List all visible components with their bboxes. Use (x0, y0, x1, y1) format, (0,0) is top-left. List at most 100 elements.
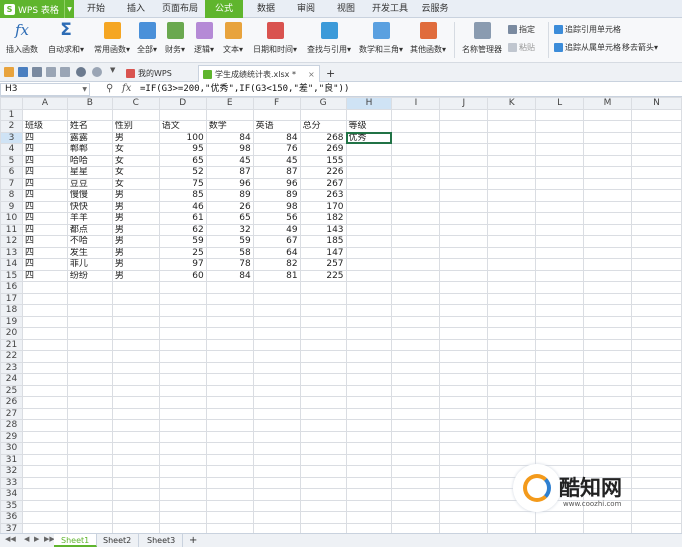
cell[interactable] (583, 430, 632, 443)
tab-data[interactable]: 数据 (250, 0, 282, 18)
cell[interactable] (439, 189, 489, 202)
cell[interactable] (345, 315, 393, 328)
cell[interactable] (439, 304, 489, 317)
cell[interactable] (391, 373, 441, 386)
cell[interactable] (391, 361, 441, 374)
cell[interactable] (583, 315, 632, 328)
cell[interactable] (487, 327, 537, 340)
cell[interactable] (66, 361, 113, 374)
cell[interactable] (583, 350, 632, 363)
cell[interactable] (345, 338, 393, 351)
row-header[interactable]: 27 (0, 407, 23, 420)
cell[interactable] (439, 327, 489, 340)
cell[interactable] (391, 212, 441, 225)
cell[interactable] (439, 361, 489, 374)
cell[interactable]: 257 (299, 258, 347, 271)
sheet-tab-1[interactable]: Sheet1 (54, 534, 98, 547)
cell[interactable] (158, 522, 207, 533)
cell[interactable] (345, 212, 393, 225)
cell[interactable] (158, 465, 207, 478)
cell[interactable]: 76 (252, 143, 301, 156)
cell[interactable] (205, 476, 254, 489)
cell[interactable] (21, 476, 68, 489)
cell[interactable] (535, 120, 585, 133)
cell[interactable]: 84 (252, 131, 301, 144)
cell[interactable]: 58 (205, 246, 254, 259)
tab-review[interactable]: 审阅 (290, 0, 322, 18)
cell[interactable] (391, 269, 441, 282)
cell[interactable] (439, 442, 489, 455)
cell[interactable] (630, 166, 682, 179)
datetime-button[interactable]: 日期和时间▾ (250, 20, 300, 60)
cell[interactable] (299, 430, 347, 443)
cell[interactable] (487, 384, 537, 397)
other-functions-button[interactable]: 其他函数▾ (408, 20, 448, 60)
cell[interactable]: 98 (205, 143, 254, 156)
cell[interactable] (487, 442, 537, 455)
doc-tab-my-wps[interactable]: 我的WPS (122, 65, 176, 82)
cell[interactable] (439, 511, 489, 524)
cell[interactable] (205, 442, 254, 455)
cell[interactable] (345, 488, 393, 501)
cell[interactable] (630, 304, 682, 317)
row-header[interactable]: 33 (0, 476, 23, 489)
cell[interactable] (439, 499, 489, 512)
cell[interactable]: 61 (158, 212, 207, 225)
cell[interactable] (391, 327, 441, 340)
add-sheet-button[interactable]: + (182, 534, 204, 547)
cell[interactable] (252, 350, 301, 363)
cell[interactable] (66, 476, 113, 489)
cell[interactable] (158, 407, 207, 420)
cell[interactable]: 75 (158, 177, 207, 190)
cell[interactable] (252, 488, 301, 501)
cell[interactable] (66, 292, 113, 305)
tab-formulas[interactable]: 公式 (205, 0, 243, 18)
logical-button[interactable]: 逻辑▾ (192, 20, 216, 60)
cell[interactable]: 英语 (252, 120, 301, 133)
cell[interactable] (487, 361, 537, 374)
cell[interactable] (252, 304, 301, 317)
cell[interactable] (535, 154, 585, 167)
cell[interactable] (630, 269, 682, 282)
cell[interactable]: 星星 (66, 166, 113, 179)
cell[interactable] (439, 154, 489, 167)
cell[interactable]: 78 (205, 258, 254, 271)
cell[interactable] (487, 269, 537, 282)
cell[interactable] (583, 419, 632, 432)
cell[interactable]: 45 (252, 154, 301, 167)
cell[interactable] (439, 258, 489, 271)
cell[interactable] (299, 350, 347, 363)
row-header[interactable]: 1 (0, 108, 23, 121)
cell[interactable] (487, 419, 537, 432)
column-header[interactable]: F (252, 97, 301, 110)
cell[interactable] (205, 453, 254, 466)
cell[interactable]: 89 (252, 189, 301, 202)
cell[interactable]: 男 (111, 200, 160, 213)
cell[interactable]: 84 (205, 269, 254, 282)
cell[interactable] (111, 511, 160, 524)
cell[interactable]: 慢慢 (66, 189, 113, 202)
cell[interactable] (391, 189, 441, 202)
row-header[interactable]: 22 (0, 350, 23, 363)
cell[interactable]: 170 (299, 200, 347, 213)
cell[interactable] (345, 143, 393, 156)
cell[interactable] (252, 108, 301, 121)
autosum-button[interactable]: Σ 自动求和▾ (46, 20, 86, 60)
row-header[interactable]: 3 (0, 131, 23, 144)
cell[interactable] (299, 499, 347, 512)
cell[interactable]: 男 (111, 258, 160, 271)
cell[interactable] (535, 281, 585, 294)
cell[interactable] (391, 453, 441, 466)
cell[interactable] (439, 384, 489, 397)
cell[interactable] (487, 189, 537, 202)
cell[interactable] (583, 166, 632, 179)
cell[interactable] (21, 373, 68, 386)
cell[interactable] (535, 235, 585, 248)
cell[interactable] (205, 407, 254, 420)
cell[interactable] (391, 200, 441, 213)
cell[interactable] (111, 476, 160, 489)
cell[interactable] (252, 292, 301, 305)
row-header[interactable]: 9 (0, 200, 23, 213)
cell[interactable]: 羊羊 (66, 212, 113, 225)
cell[interactable]: 菲儿 (66, 258, 113, 271)
